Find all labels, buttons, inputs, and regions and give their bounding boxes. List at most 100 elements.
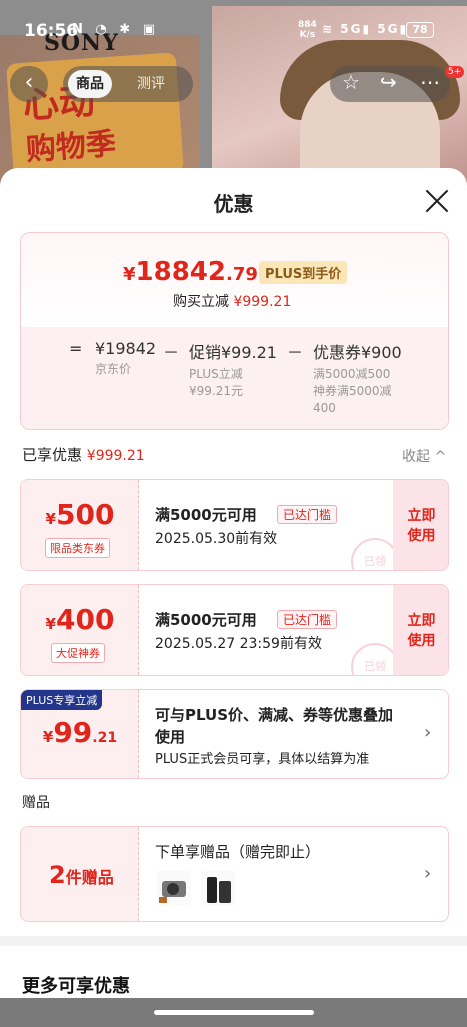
camera-strap-icon — [159, 897, 167, 903]
plus-exclusive-badge: PLUS专享立减 — [21, 690, 103, 710]
bag-icon — [207, 877, 217, 903]
purchase-reduction: 购买立减 ¥999.21 — [173, 291, 291, 311]
minus-sign: － — [163, 343, 180, 362]
gift-section-label: 赠品 — [22, 795, 50, 811]
tab-product[interactable]: 商品 — [68, 70, 112, 98]
use-now-line-1: 立即 — [407, 613, 436, 629]
coupon-condition: 满5000元可用 — [155, 506, 257, 524]
plus-offer-card[interactable]: ¥99.21 PLUS专享立减 可与PLUS价、满减、券等优惠叠加使用 PLUS… — [20, 689, 449, 779]
enjoyed-label: 已享优惠 — [22, 446, 83, 464]
reduction-label: 购买立减 — [173, 294, 229, 310]
price-summary: ¥18842.79 PLUS到手价 购买立减 ¥999.21 — [21, 233, 448, 327]
product-tabs: 商品 测评 — [63, 66, 193, 102]
final-price: ¥18842.79 — [123, 257, 258, 287]
chevron-right-icon: › — [424, 863, 432, 884]
battery-indicator: 78 — [406, 22, 434, 38]
coupon-total-value: 优惠券¥900 — [313, 343, 402, 362]
status-bar: 16:56 N ◔ ✱ ▣ 884 K/s ≋ 5G▮ 5G▮ 78 — [0, 0, 467, 41]
promotion-value: 促销¥99.21 — [189, 343, 277, 362]
top-nav: ‹ 商品 测评 ☆ ↪ ⋯ 5+ — [0, 66, 467, 104]
coupon-card: ¥500 限品类东券 满5000元可用 已达门槛 2025.05.30前有效 已… — [20, 479, 449, 571]
coupon-sub-2: 神券满5000减 — [313, 384, 392, 398]
coupon-total: 优惠券¥900 满5000减500 神券满5000减 400 — [313, 339, 402, 417]
gift-card[interactable]: 2件赠品 下单享赠品（赠完即止） › — [20, 826, 449, 922]
gift-image-bag — [201, 871, 235, 905]
coupon-amount: ¥400 — [21, 603, 139, 636]
net-speed: 884 K/s — [298, 20, 317, 40]
use-now-button[interactable]: 立即 使用 — [393, 585, 448, 675]
share-icon[interactable]: ↪ — [380, 70, 397, 94]
plus-amount: ¥99.21 — [21, 716, 139, 749]
notification-badge: 5+ — [445, 66, 465, 78]
final-price-integer: 18842 — [135, 257, 226, 287]
status-time: 16:56 — [24, 21, 79, 41]
close-icon[interactable] — [424, 188, 450, 214]
chevron-right-icon: › — [424, 722, 432, 743]
gift-image-camera — [157, 871, 191, 905]
gesture-bar — [0, 998, 467, 1027]
final-price-currency: ¥ — [123, 264, 136, 285]
reduction-amount: ¥999.21 — [233, 294, 292, 310]
tab-review[interactable]: 测评 — [129, 70, 173, 98]
equals-sign: = — [69, 339, 83, 358]
promotion: 促销¥99.21 PLUS立减 ¥99.21元 — [189, 339, 277, 400]
use-now-line-2: 使用 — [407, 528, 436, 544]
back-button[interactable]: ‹ — [10, 66, 48, 102]
bag-icon — [219, 881, 231, 903]
sheet-title: 优惠 — [213, 192, 254, 216]
promo-sign-line-2: 购物季 — [24, 126, 118, 168]
signal-icons: ≋ 5G▮ 5G▮ — [322, 22, 408, 36]
collapse-button[interactable]: 收起 ^ — [402, 446, 446, 466]
signal-1-label: 5G — [340, 22, 363, 36]
discount-sheet: 优惠 ¥18842.79 PLUS到手价 购买立减 ¥999.21 = ¥198… — [0, 168, 467, 1027]
wifi-icon: ≋ — [322, 22, 335, 36]
coupon-type: 限品类东券 — [45, 538, 110, 558]
more-icon[interactable]: ⋯ — [420, 70, 440, 94]
enjoyed-discount-header: 已享优惠 ¥999.21 — [22, 444, 145, 465]
plus-currency: ¥ — [42, 728, 54, 746]
signal-bars-icon: ▮ — [362, 22, 372, 36]
minus-sign: － — [287, 343, 304, 362]
coupon-amount-panel: ¥400 大促神券 — [21, 585, 139, 675]
promotion-sub-2: ¥99.21元 — [189, 384, 243, 398]
promotion-sub-1: PLUS立减 — [189, 367, 243, 381]
plus-offer-text: 可与PLUS价、满减、券等优惠叠加使用 — [155, 706, 394, 746]
claimed-stamp: 已领 — [351, 538, 399, 570]
gift-count: 2件赠品 — [49, 861, 114, 889]
coupon-expiry: 2025.05.30前有效 — [155, 531, 278, 547]
coupon-currency: ¥ — [45, 615, 56, 633]
coupon-condition: 满5000元可用 — [155, 611, 257, 629]
section-divider — [0, 936, 467, 946]
action-buttons: ☆ ↪ ⋯ — [330, 66, 450, 102]
coupon-sub-3: 400 — [313, 401, 336, 415]
coupon-sub-1: 满5000减500 — [313, 367, 391, 381]
enjoyed-amount: ¥999.21 — [86, 448, 145, 464]
claimed-stamp: 已领 — [351, 643, 399, 675]
coupon-currency: ¥ — [45, 510, 56, 528]
threshold-reached-tag: 已达门槛 — [277, 610, 338, 629]
use-now-line-1: 立即 — [407, 508, 436, 524]
net-speed-unit: K/s — [299, 30, 316, 40]
favorite-star-icon[interactable]: ☆ — [342, 70, 360, 94]
jd-price-label: 京东价 — [95, 362, 132, 376]
use-now-button[interactable]: 立即 使用 — [393, 480, 448, 570]
coupon-amount: ¥500 — [21, 498, 139, 531]
promotion-sub: PLUS立减 ¥99.21元 — [189, 366, 277, 400]
jd-price: ¥19842 京东价 — [95, 339, 156, 378]
threshold-reached-tag: 已达门槛 — [277, 505, 338, 524]
coupon-amount-panel: ¥500 限品类东券 — [21, 480, 139, 570]
coupon-card: ¥400 大促神券 满5000元可用 已达门槛 2025.05.27 23:59… — [20, 584, 449, 676]
coupon-type: 大促神券 — [51, 643, 105, 663]
coupon-value: 500 — [55, 498, 115, 531]
price-formula: = ¥19842 京东价 － 促销¥99.21 PLUS立减 ¥99.21元 － … — [21, 327, 448, 429]
final-price-decimal: .79 — [226, 264, 258, 285]
net-speed-value: 884 — [298, 20, 317, 30]
use-now-line-2: 使用 — [407, 633, 436, 649]
home-indicator[interactable] — [154, 1010, 314, 1015]
chevron-left-icon: ‹ — [24, 70, 34, 95]
coupon-value: 400 — [55, 603, 115, 636]
jd-price-value: ¥19842 — [95, 339, 157, 358]
price-breakdown-card: ¥18842.79 PLUS到手价 购买立减 ¥999.21 = ¥19842 … — [20, 232, 449, 430]
gift-title: 下单享赠品（赠完即止） — [155, 843, 321, 861]
more-offers-title: 更多可享优惠 — [22, 976, 130, 997]
